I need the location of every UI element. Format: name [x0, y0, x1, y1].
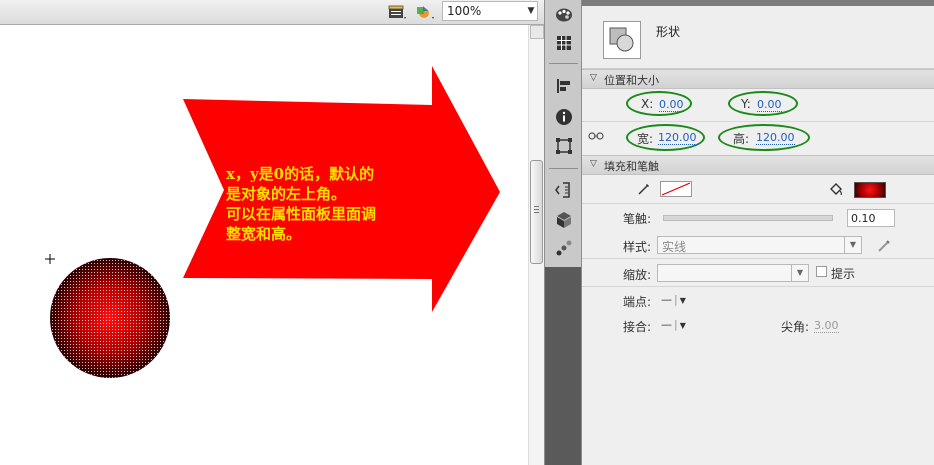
collapse-triangle-icon[interactable]: ▽	[590, 159, 597, 169]
info-icon[interactable]	[554, 107, 574, 127]
stroke-width-value: 0.10	[851, 212, 876, 225]
width-label: 宽:	[637, 132, 654, 146]
stroke-color-swatch[interactable]	[660, 181, 692, 197]
fill-color-swatch[interactable]	[854, 182, 886, 198]
section-fill-stroke[interactable]: ▽ 填充和笔触	[582, 155, 934, 175]
chevron-down-icon[interactable]: ▼	[791, 265, 808, 281]
y-value-field[interactable]: 0.00	[757, 98, 782, 112]
edit-symbols-icon[interactable]	[414, 3, 436, 21]
annotation-text: x，y是0的话，默认的 是对象的左上角。 可以在属性面板里面调 整宽和高。	[226, 164, 456, 244]
join-select[interactable]: — | ▼	[661, 318, 686, 331]
y-label: Y:	[741, 97, 751, 111]
collapse-triangle-icon[interactable]: ▽	[590, 73, 597, 83]
components-icon[interactable]	[554, 210, 574, 230]
scroll-up-button[interactable]	[530, 25, 544, 39]
join-line-icon: —	[661, 318, 672, 331]
align-icon[interactable]	[554, 76, 574, 96]
edit-stroke-style-icon[interactable]	[876, 238, 892, 257]
paint-bucket-icon	[828, 181, 844, 200]
hint-checkbox[interactable]	[816, 266, 827, 277]
cap-select[interactable]: — | ▼	[661, 293, 686, 306]
height-value-field[interactable]: 120.00	[756, 131, 795, 145]
panel-icon-strip	[544, 0, 582, 465]
panel-header: 形状	[582, 6, 934, 69]
lock-proportions-icon[interactable]	[588, 130, 604, 145]
x-value-field[interactable]: 0.00	[659, 98, 684, 112]
stroke-label: 笔触:	[623, 212, 652, 226]
miter-value-field[interactable]: 3.00	[814, 319, 839, 333]
style-label: 样式:	[623, 240, 652, 254]
scale-label: 缩放:	[623, 268, 652, 282]
chevron-down-icon[interactable]: ▼	[844, 237, 861, 253]
transform-icon[interactable]	[554, 136, 574, 156]
section-title: 填充和笔触	[604, 160, 659, 173]
annotation-line-4: 整宽和高。	[226, 225, 302, 243]
join-label: 接合:	[623, 320, 652, 334]
section-title: 位置和大小	[604, 74, 659, 87]
zoom-value: 100%	[447, 4, 482, 18]
chevron-down-icon[interactable]: ▼	[680, 296, 686, 305]
x-label: X:	[641, 97, 654, 111]
color-palette-icon[interactable]	[554, 5, 574, 25]
registration-mark	[45, 254, 55, 264]
annotation-line-1: x，y是0的话，默认的	[226, 165, 375, 183]
stroke-width-slider[interactable]	[663, 215, 833, 221]
scrollbar-thumb[interactable]	[530, 160, 543, 264]
height-label: 高:	[733, 132, 750, 146]
stroke-style-value: 实线	[662, 240, 687, 254]
edit-scene-icon[interactable]	[386, 3, 408, 21]
stroke-style-select[interactable]: 实线 ▼	[657, 236, 862, 254]
motion-presets-icon[interactable]	[554, 238, 574, 258]
strip-empty-area	[545, 267, 581, 465]
stage-drawing	[45, 66, 500, 378]
hint-label: 提示	[831, 267, 856, 281]
stage-vertical-scrollbar[interactable]	[528, 25, 544, 465]
width-value-field[interactable]: 120.00	[658, 131, 697, 145]
code-snippets-icon[interactable]	[554, 180, 574, 200]
swatches-grid-icon[interactable]	[554, 33, 574, 53]
stage-toolbar: 100% ▼	[0, 0, 544, 25]
instance-type-label: 形状	[656, 25, 681, 39]
chevron-down-icon[interactable]: ▼	[525, 6, 537, 16]
chevron-down-icon[interactable]: ▼	[680, 321, 686, 330]
pencil-stroke-icon	[637, 182, 651, 199]
section-position-size[interactable]: ▽ 位置和大小	[582, 69, 934, 89]
scale-select[interactable]: ▼	[657, 264, 809, 282]
stage-canvas[interactable]: x，y是0的话，默认的 是对象的左上角。 可以在属性面板里面调 整宽和高。	[0, 25, 528, 465]
cap-line-icon: —	[661, 293, 672, 306]
selected-circle-shape	[50, 258, 170, 378]
cap-label: 端点:	[623, 295, 652, 309]
annotation-line-2: 是对象的左上角。	[226, 185, 347, 203]
shape-icon	[603, 21, 641, 59]
properties-panel: 形状 ▽ 位置和大小 X: 0.00 Y: 0.00 宽: 120.00 高: …	[582, 0, 934, 465]
annotation-line-3: 可以在属性面板里面调	[226, 205, 377, 223]
miter-label: 尖角:	[781, 320, 810, 334]
stroke-width-input[interactable]: 0.10	[847, 209, 895, 227]
zoom-select[interactable]: 100% ▼	[442, 1, 538, 21]
